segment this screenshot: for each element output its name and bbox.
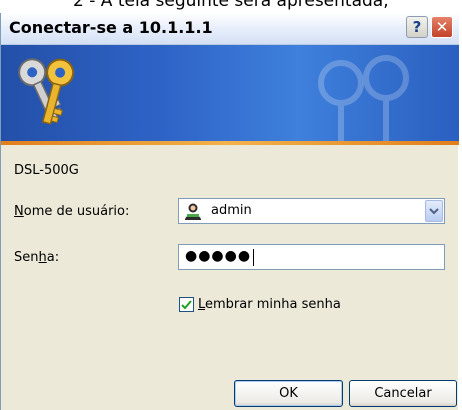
- ok-button[interactable]: OK: [234, 380, 343, 407]
- keys-icon: [18, 58, 75, 125]
- text-caret: [253, 249, 254, 266]
- password-field[interactable]: ●●●●●: [178, 244, 445, 270]
- username-dropdown-button[interactable]: [425, 200, 443, 222]
- remember-label[interactable]: Lembrar minha senha: [198, 297, 341, 312]
- banner-accent-line: [1, 141, 459, 145]
- username-label: Nome de usuário:: [14, 204, 129, 219]
- device-name: DSL-500G: [14, 163, 79, 178]
- title-bar[interactable]: Conectar-se a 10.1.1.1 ? ✕: [1, 13, 459, 45]
- window-title: Conectar-se a 10.1.1.1: [9, 18, 213, 37]
- username-value: admin: [211, 203, 252, 218]
- username-label-accesskey: N: [14, 204, 24, 219]
- password-label-accesskey: h: [38, 250, 47, 265]
- chevron-down-icon: [429, 208, 439, 215]
- header-banner: [1, 45, 459, 141]
- remember-checkbox[interactable]: [179, 297, 194, 312]
- password-value: ●●●●●: [185, 248, 252, 264]
- cancel-button-label: Cancelar: [374, 386, 432, 401]
- login-dialog: Conectar-se a 10.1.1.1 ? ✕ DSL-500G Nome…: [0, 13, 459, 410]
- cancel-button[interactable]: Cancelar: [349, 380, 457, 407]
- keys-watermark-icon: [318, 55, 409, 141]
- help-icon: ?: [412, 18, 422, 36]
- password-label: Senha:: [14, 250, 59, 265]
- remember-label-text: embrar minha senha: [205, 297, 341, 312]
- password-label-text-pre: Sen: [14, 250, 39, 265]
- checkmark-icon: [181, 299, 192, 309]
- remember-label-accesskey: L: [198, 297, 206, 312]
- close-button[interactable]: ✕: [431, 16, 453, 38]
- page-caption: 2 - A tela seguinte será apresentada;: [73, 0, 389, 11]
- close-icon: ✕: [435, 18, 449, 36]
- username-combobox[interactable]: admin: [178, 198, 445, 224]
- password-label-text-post: a:: [46, 250, 60, 265]
- ok-button-label: OK: [279, 386, 298, 401]
- user-icon: [185, 203, 201, 220]
- help-button[interactable]: ?: [406, 16, 428, 38]
- username-label-text: ome de usuário:: [23, 204, 130, 219]
